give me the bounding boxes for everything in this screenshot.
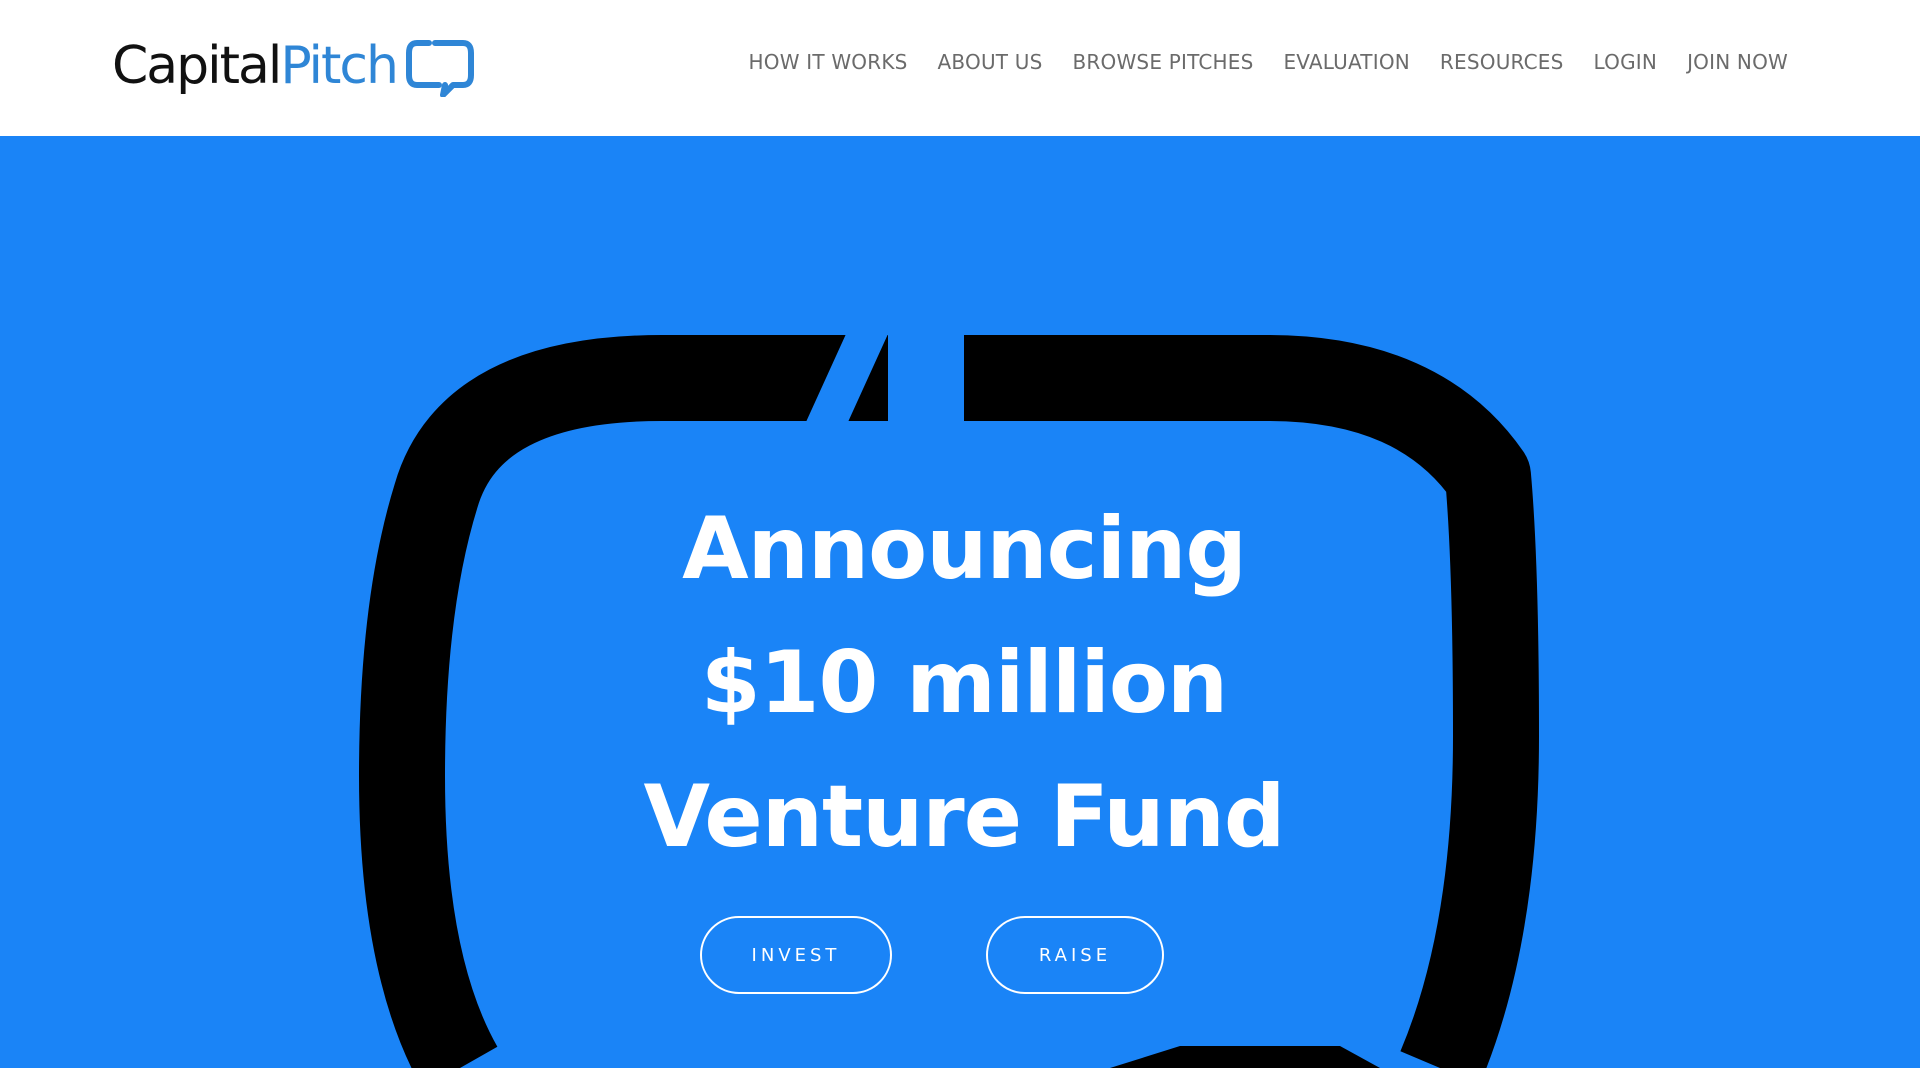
- nav-browse-pitches[interactable]: BROWSE PITCHES: [1073, 50, 1254, 74]
- headline-line-2: $10 million: [700, 633, 1228, 733]
- nav-about-us[interactable]: ABOUT US: [938, 50, 1043, 74]
- hero-headline: Announcing $10 million Venture Fund: [600, 482, 1328, 884]
- nav-evaluation[interactable]: EVALUATION: [1283, 50, 1409, 74]
- headline-line-1: Announcing: [682, 499, 1247, 599]
- hero-section: Announcing $10 million Venture Fund INVE…: [0, 136, 1920, 1068]
- headline-line-3: Venture Fund: [643, 767, 1286, 867]
- main-nav: HOW IT WORKS ABOUT US BROWSE PITCHES EVA…: [749, 50, 1788, 74]
- raise-button[interactable]: RAISE: [986, 916, 1164, 994]
- logo-text-capital: Capital: [112, 36, 282, 96]
- nav-resources[interactable]: RESOURCES: [1440, 50, 1564, 74]
- invest-button[interactable]: INVEST: [700, 916, 892, 994]
- site-header: Capital Pitch HOW IT WORKS ABOUT US BROW…: [0, 0, 1920, 136]
- nav-how-it-works[interactable]: HOW IT WORKS: [749, 50, 908, 74]
- logo-text-pitch: Pitch: [280, 36, 399, 96]
- speech-bubble-icon: [405, 40, 474, 97]
- nav-join-now[interactable]: JOIN NOW: [1687, 50, 1788, 74]
- logo[interactable]: Capital Pitch: [112, 32, 477, 100]
- nav-login[interactable]: LOGIN: [1594, 50, 1658, 74]
